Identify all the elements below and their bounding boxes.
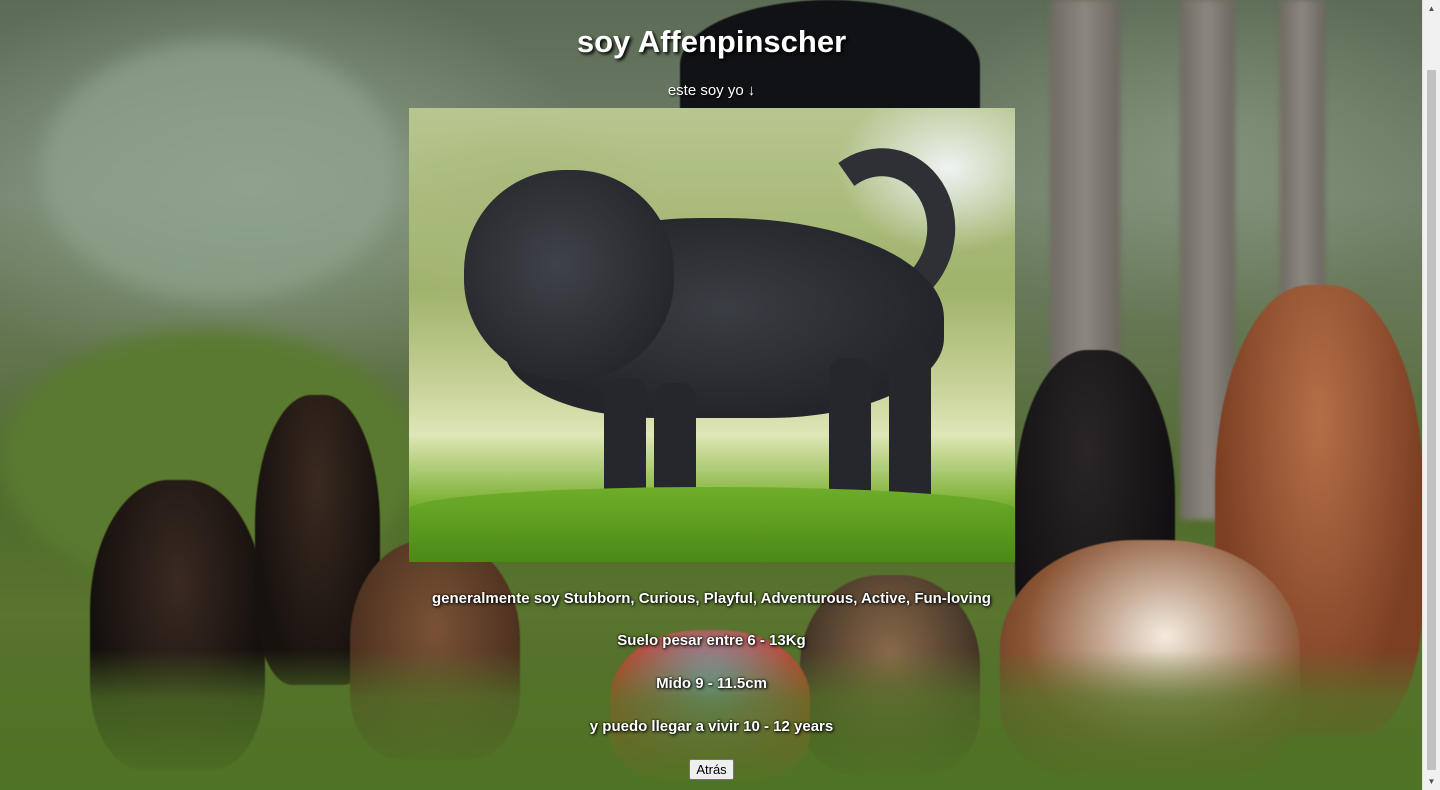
dog-photo-grass [408,487,1015,562]
temperament-text: generalmente soy Stubborn, Curious, Play… [432,590,991,607]
weight-text: Suelo pesar entre 6 - 13Kg [617,632,806,649]
life-span-text: y puedo llegar a vivir 10 - 12 years [589,718,834,735]
dog-photo-head [463,170,674,380]
dog-photo [408,108,1015,562]
height-text: Mido 9 - 11.5cm [656,675,767,692]
subtitle-text: este soy yo [667,82,744,99]
scroll-up-icon[interactable]: ▲ [1423,0,1440,17]
down-arrow-icon: ↓ [747,82,756,99]
vertical-scrollbar[interactable]: ▲ ▼ [1422,0,1440,790]
page-subtitle: este soy yo ↓ [668,81,755,101]
scrollbar-thumb[interactable] [1427,70,1436,770]
dog-photo-leg [888,348,931,508]
back-button[interactable]: Atrás [689,759,734,780]
main-content: soy Affenpinscher este soy yo ↓ generalm… [0,0,1423,790]
scroll-down-icon[interactable]: ▼ [1423,773,1440,790]
page-title: soy Affenpinscher [576,24,847,59]
